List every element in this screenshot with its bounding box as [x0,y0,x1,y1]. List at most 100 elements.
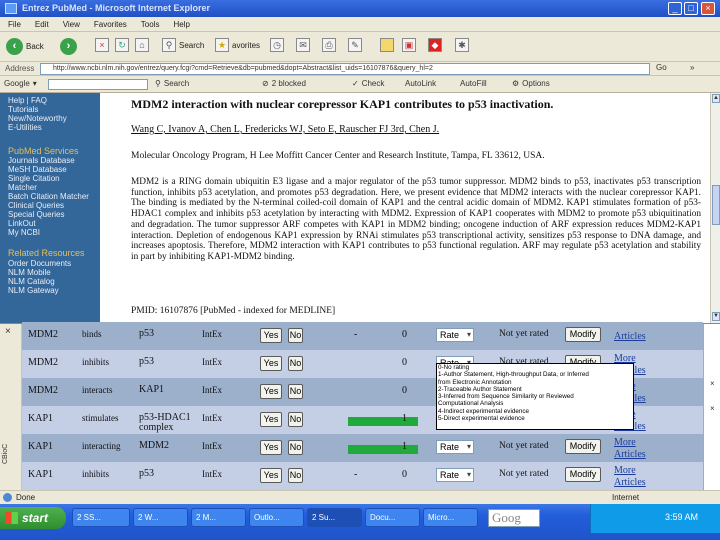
rate-option[interactable]: 2-Traceable Author Statement [438,386,633,393]
taskbar-item[interactable]: Outlo... [249,508,304,527]
taskbar-item[interactable]: 2 SS... [72,508,130,527]
sidebar-item-tutorials[interactable]: Tutorials [8,105,38,114]
more-articles-link[interactable]: Articles [614,331,654,343]
rate-dropdown-list[interactable]: 0-No rating 1-Author Statement, High-thr… [436,363,634,430]
scroll-thumb[interactable] [712,185,720,225]
sidebar-item-help[interactable]: Help | FAQ [8,96,47,105]
spell-check-button[interactable]: ✓ Check [352,79,384,88]
history-button[interactable]: ◷ [270,38,284,52]
no-button[interactable]: No [288,440,303,455]
sidebar-item-single-citation[interactable]: Single Citation [8,174,60,183]
yes-button[interactable]: Yes [260,468,282,483]
sidebar-item-batch-matcher[interactable]: Batch Citation Matcher [8,192,89,201]
menu-tools[interactable]: Tools [141,20,160,29]
home-button[interactable]: ⌂ [135,38,149,52]
rate-select[interactable]: Rate [436,468,474,482]
menu-edit[interactable]: Edit [35,20,49,29]
more-articles-link[interactable]: More Articles [614,465,654,489]
google-search-box[interactable] [48,79,148,90]
sidebar-item-nlm-gateway[interactable]: NLM Gateway [8,286,59,295]
google-search-button[interactable]: ⚲ Search [155,79,189,88]
rate-option[interactable]: 5-Direct experimental evidence [438,415,633,422]
refresh-button[interactable]: ↻ [115,38,129,52]
minimize-button[interactable]: _ [668,2,682,15]
taskbar-item[interactable]: 2 W... [133,508,188,527]
rate-select[interactable]: Rate [436,440,474,454]
popup-blocked[interactable]: ⊘ 2 blocked [262,79,306,88]
sidebar-item-clinical[interactable]: Clinical Queries [8,201,64,210]
autofill-button[interactable]: AutoFill [460,79,487,88]
modify-button[interactable]: Modify [565,327,601,342]
no-button[interactable]: No [288,328,303,343]
checkbox-icon[interactable]: × [710,404,715,413]
modify-button[interactable]: Modify [565,467,601,482]
taskbar-item[interactable]: 2 Su... [307,508,362,527]
favorites-button[interactable]: ★ avorites [215,38,260,52]
author-links[interactable]: Wang C, Ivanov A, Chen L, Fredericks WJ,… [131,124,701,135]
research-button[interactable]: ▣ [402,38,416,52]
messenger-button[interactable]: ◆ [428,38,442,52]
google-logo[interactable]: Google ▾ [4,79,37,88]
go-button[interactable]: Go [656,63,667,72]
autolink-button[interactable]: AutoLink [405,79,436,88]
sidebar-item-mesh[interactable]: MeSH Database [8,165,67,174]
maximize-button[interactable]: □ [684,2,698,15]
forward-button[interactable]: › [60,38,77,55]
scroll-up-icon[interactable]: ▲ [712,94,720,103]
interaction-panel: × CBioC MDM2 binds p53 IntEx Yes No - 0 Rate Not … [0,322,720,491]
rate-option[interactable]: 4-Indirect experimental evidence [438,408,633,415]
close-button[interactable]: × [701,2,715,15]
no-button[interactable]: No [288,356,303,371]
sidebar-item-nlm-mobile[interactable]: NLM Mobile [8,268,51,277]
scroll-down-icon[interactable]: ▼ [712,312,720,321]
yes-button[interactable]: Yes [260,328,282,343]
rate-option[interactable]: 0-No rating [438,364,633,371]
sidebar-item-linkout[interactable]: LinkOut [8,219,36,228]
options-button[interactable]: ⚙ Options [512,79,550,88]
sidebar-item-eutilities[interactable]: E-Utilities [8,123,42,132]
yes-button[interactable]: Yes [260,440,282,455]
checkbox-icon[interactable]: × [710,379,715,388]
modify-button[interactable]: Modify [565,439,601,454]
no-button[interactable]: No [288,412,303,427]
start-button[interactable]: start [0,507,66,529]
sidebar-item-order[interactable]: Order Documents [8,259,71,268]
taskbar-item[interactable]: Micro... [423,508,478,527]
taskbar-item[interactable]: 2 M... [191,508,246,527]
yes-button[interactable]: Yes [260,412,282,427]
rate-option[interactable]: 1-Author Statement, High-throughput Data… [438,371,633,378]
folder-button[interactable] [380,38,394,52]
taskbar-item[interactable]: Docu... [365,508,420,527]
menu-favorites[interactable]: Favorites [94,20,127,29]
edit-button[interactable]: ✎ [348,38,362,52]
tools-button[interactable]: ✱ [455,38,469,52]
yes-button[interactable]: Yes [260,384,282,399]
yes-button[interactable]: Yes [260,356,282,371]
print-button[interactable]: ⎙ [322,38,336,52]
sidebar-item-new[interactable]: New/Noteworthy [8,114,67,123]
menu-view[interactable]: View [63,20,80,29]
sidebar-item-matcher[interactable]: Matcher [8,183,37,192]
sidebar-item-nlm-catalog[interactable]: NLM Catalog [8,277,55,286]
more-articles-link[interactable]: More Articles [614,437,654,461]
google-deskbar-input[interactable]: Goog [488,509,540,527]
no-button[interactable]: No [288,384,303,399]
sidebar-item-special[interactable]: Special Queries [8,210,64,219]
vertical-scrollbar[interactable]: ▲ ▼ [710,93,720,323]
stop-button[interactable]: × [95,38,109,52]
menu-help[interactable]: Help [173,20,189,29]
close-panel-icon[interactable]: × [5,326,11,337]
rate-option[interactable]: from Electronic Annotation [438,379,633,386]
rate-option[interactable]: 3-Inferred from Sequence Similarity or R… [438,393,633,400]
mail-button[interactable]: ✉ [296,38,310,52]
back-button[interactable]: ‹ Back [6,38,44,55]
address-input[interactable]: http://www.ncbi.nlm.nih.gov/entrez/query… [40,63,650,75]
menu-file[interactable]: File [8,20,21,29]
links-button[interactable]: » [690,63,694,72]
sidebar-item-myncbi[interactable]: My NCBI [8,228,40,237]
sidebar-item-journals[interactable]: Journals Database [8,156,75,165]
no-button[interactable]: No [288,468,303,483]
search-button[interactable]: ⚲ Search [162,38,204,52]
rate-select[interactable]: Rate [436,328,474,342]
rate-option[interactable]: Computational Analysis [438,400,633,407]
